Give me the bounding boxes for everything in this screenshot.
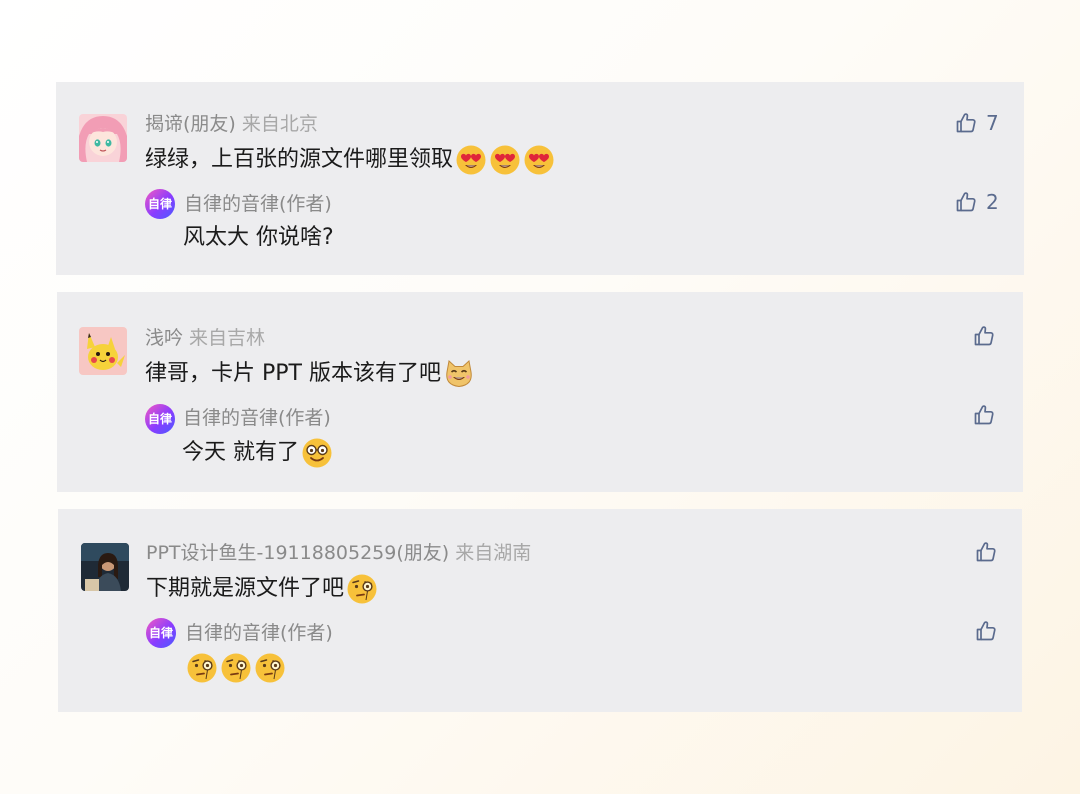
comment-header: PPT设计鱼生-19118805259(朋友) 来自湖南 <box>146 541 531 565</box>
comment-header: 浅吟 来自吉林 <box>145 326 265 350</box>
author-avatar[interactable]: 自律 <box>145 189 175 219</box>
thumbs-up-icon <box>954 190 978 214</box>
user-avatar[interactable] <box>79 114 127 162</box>
comment-card: 浅吟 来自吉林 律哥，卡片 PPT 版本该有了吧 自律 自律的音律(作者) 今天 … <box>57 292 1023 492</box>
author-avatar[interactable]: 自律 <box>146 618 176 648</box>
user-avatar[interactable] <box>79 327 127 375</box>
monocle-face-emoji-icon <box>220 652 252 684</box>
comment-text: 下期就是源文件了吧 <box>146 573 378 605</box>
nickname[interactable]: 浅吟 <box>145 327 183 349</box>
comment-body: 绿绿，上百张的源文件哪里领取 <box>145 147 454 172</box>
location-label: 来自北京 <box>241 113 318 135</box>
reply-text: 风太大 你说啥? <box>183 223 334 253</box>
reply-like-button[interactable]: 2 <box>954 190 999 214</box>
like-count: 7 <box>986 111 999 135</box>
reply-like-button[interactable] <box>974 619 1006 643</box>
reply-body: 今天 就有了 <box>182 440 299 465</box>
comment-text: 绿绿，上百张的源文件哪里领取 <box>145 144 555 176</box>
anime-girl-avatar-icon <box>79 114 127 162</box>
monocle-face-emoji-icon <box>254 652 286 684</box>
location-label: 来自吉林 <box>189 327 266 349</box>
reply-author-name[interactable]: 自律的音律(作者) <box>183 406 331 430</box>
reply-author-name[interactable]: 自律的音律(作者) <box>184 192 332 216</box>
comment-text: 律哥，卡片 PPT 版本该有了吧 <box>145 358 475 390</box>
heart-eyes-emoji-icon <box>489 144 521 176</box>
user-avatar[interactable] <box>81 543 129 591</box>
nickname[interactable]: 揭谛(朋友) <box>145 113 236 135</box>
thumbs-up-icon <box>972 403 996 427</box>
location-label: 来自湖南 <box>455 542 532 564</box>
monocle-face-emoji-icon <box>346 573 378 605</box>
thumbs-up-icon <box>974 619 998 643</box>
reply-text <box>184 652 286 684</box>
comment-card: PPT设计鱼生-19118805259(朋友) 来自湖南 下期就是源文件了吧 自律… <box>58 509 1022 712</box>
comment-body: 律哥，卡片 PPT 版本该有了吧 <box>145 361 441 386</box>
thumbs-up-icon <box>972 324 996 348</box>
reply-author-name[interactable]: 自律的音律(作者) <box>185 621 333 645</box>
monocle-face-emoji-icon <box>186 652 218 684</box>
like-button[interactable] <box>974 540 1006 564</box>
comment-card: 揭谛(朋友) 来自北京 绿绿，上百张的源文件哪里领取 7 自律 自律的音律(作者)… <box>56 82 1024 275</box>
author-avatar[interactable]: 自律 <box>145 404 175 434</box>
comment-body: 下期就是源文件了吧 <box>146 576 345 601</box>
like-button[interactable]: 7 <box>954 111 999 135</box>
reply-like-button[interactable] <box>972 403 1004 427</box>
grinning-glasses-emoji-icon <box>301 437 333 469</box>
heart-eyes-emoji-icon <box>523 144 555 176</box>
person-photo-avatar-icon <box>81 543 129 591</box>
reply-body: 风太大 你说啥? <box>183 225 334 250</box>
nickname[interactable]: PPT设计鱼生-19118805259(朋友) <box>146 542 449 564</box>
heart-eyes-emoji-icon <box>455 144 487 176</box>
thumbs-up-icon <box>954 111 978 135</box>
thumbs-up-icon <box>974 540 998 564</box>
pikachu-avatar-icon <box>79 327 127 375</box>
cat-face-emoji-icon <box>443 358 475 390</box>
like-button[interactable] <box>972 324 1004 348</box>
like-count: 2 <box>986 190 999 214</box>
comment-header: 揭谛(朋友) 来自北京 <box>145 112 318 136</box>
reply-text: 今天 就有了 <box>182 437 333 469</box>
